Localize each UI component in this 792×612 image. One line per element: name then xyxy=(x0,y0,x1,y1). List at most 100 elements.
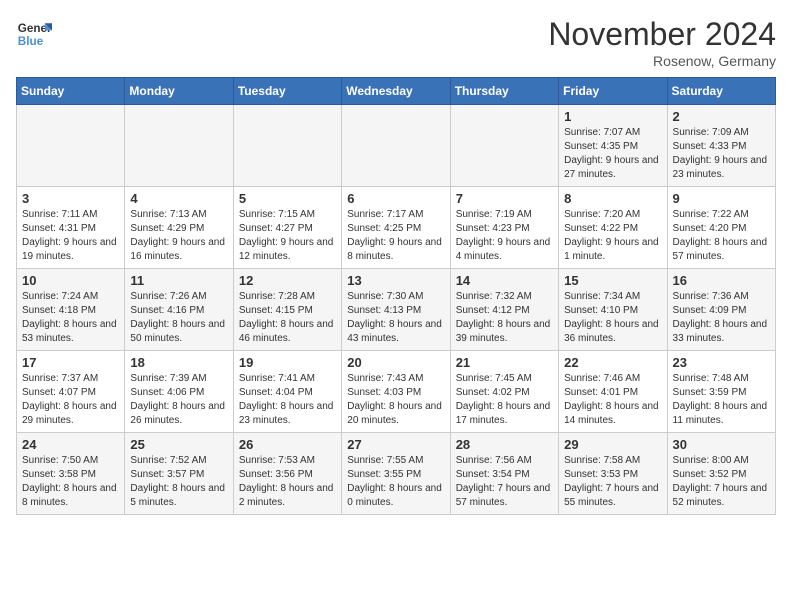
day-info: Sunrise: 7:19 AM Sunset: 4:23 PM Dayligh… xyxy=(456,208,553,264)
calendar-cell: 18 Sunrise: 7:39 AM Sunset: 4:06 PM Dayli… xyxy=(125,351,233,433)
day-number: 5 xyxy=(239,191,336,206)
calendar-cell: 29 Sunrise: 7:58 AM Sunset: 3:53 PM Dayli… xyxy=(559,433,667,515)
day-number: 21 xyxy=(456,355,553,370)
day-number: 6 xyxy=(347,191,444,206)
day-info: Sunrise: 7:37 AM Sunset: 4:07 PM Dayligh… xyxy=(22,372,119,428)
calendar-cell: 23 Sunrise: 7:48 AM Sunset: 3:59 PM Dayli… xyxy=(667,351,775,433)
calendar-cell xyxy=(17,105,125,187)
day-number: 19 xyxy=(239,355,336,370)
day-info: Sunrise: 7:07 AM Sunset: 4:35 PM Dayligh… xyxy=(564,126,661,182)
logo-icon: General Blue xyxy=(16,16,52,52)
day-number: 17 xyxy=(22,355,119,370)
title-block: November 2024 Rosenow, Germany xyxy=(548,16,776,69)
day-number: 7 xyxy=(456,191,553,206)
header-day-thursday: Thursday xyxy=(450,78,558,105)
header-day-tuesday: Tuesday xyxy=(233,78,341,105)
day-info: Sunrise: 7:43 AM Sunset: 4:03 PM Dayligh… xyxy=(347,372,444,428)
week-row-3: 10 Sunrise: 7:24 AM Sunset: 4:18 PM Dayli… xyxy=(17,269,776,351)
calendar-cell: 9Sunrise: 7:22 AM Sunset: 4:20 PM Daylig… xyxy=(667,187,775,269)
header-day-wednesday: Wednesday xyxy=(342,78,450,105)
week-row-5: 24Sunrise: 7:50 AM Sunset: 3:58 PM Dayli… xyxy=(17,433,776,515)
day-info: Sunrise: 7:53 AM Sunset: 3:56 PM Dayligh… xyxy=(239,454,336,510)
day-number: 25 xyxy=(130,437,227,452)
location-subtitle: Rosenow, Germany xyxy=(548,53,776,69)
calendar-table: SundayMondayTuesdayWednesdayThursdayFrid… xyxy=(16,77,776,515)
calendar-cell: 16 Sunrise: 7:36 AM Sunset: 4:09 PM Dayli… xyxy=(667,269,775,351)
day-number: 23 xyxy=(673,355,770,370)
calendar-cell: 10 Sunrise: 7:24 AM Sunset: 4:18 PM Dayli… xyxy=(17,269,125,351)
calendar-cell: 13 Sunrise: 7:30 AM Sunset: 4:13 PM Dayli… xyxy=(342,269,450,351)
day-number: 16 xyxy=(673,273,770,288)
day-info: Sunrise: 7:24 AM Sunset: 4:18 PM Dayligh… xyxy=(22,290,119,346)
day-number: 18 xyxy=(130,355,227,370)
calendar-cell xyxy=(342,105,450,187)
day-info: Sunrise: 7:17 AM Sunset: 4:25 PM Dayligh… xyxy=(347,208,444,264)
day-info: Sunrise: 7:09 AM Sunset: 4:33 PM Dayligh… xyxy=(673,126,770,182)
day-number: 28 xyxy=(456,437,553,452)
day-info: Sunrise: 7:13 AM Sunset: 4:29 PM Dayligh… xyxy=(130,208,227,264)
month-title: November 2024 xyxy=(548,16,776,53)
day-number: 10 xyxy=(22,273,119,288)
calendar-cell xyxy=(125,105,233,187)
day-number: 22 xyxy=(564,355,661,370)
calendar-cell: 22 Sunrise: 7:46 AM Sunset: 4:01 PM Dayli… xyxy=(559,351,667,433)
day-info: Sunrise: 7:46 AM Sunset: 4:01 PM Dayligh… xyxy=(564,372,661,428)
week-row-1: 1 Sunrise: 7:07 AM Sunset: 4:35 PM Daylig… xyxy=(17,105,776,187)
day-info: Sunrise: 7:15 AM Sunset: 4:27 PM Dayligh… xyxy=(239,208,336,264)
calendar-cell: 27Sunrise: 7:55 AM Sunset: 3:55 PM Dayli… xyxy=(342,433,450,515)
day-number: 26 xyxy=(239,437,336,452)
day-number: 8 xyxy=(564,191,661,206)
calendar-cell: 3 Sunrise: 7:11 AM Sunset: 4:31 PM Daylig… xyxy=(17,187,125,269)
calendar-cell: 15 Sunrise: 7:34 AM Sunset: 4:10 PM Dayli… xyxy=(559,269,667,351)
calendar-header: SundayMondayTuesdayWednesdayThursdayFrid… xyxy=(17,78,776,105)
calendar-cell: 19 Sunrise: 7:41 AM Sunset: 4:04 PM Dayli… xyxy=(233,351,341,433)
day-info: Sunrise: 8:00 AM Sunset: 3:52 PM Dayligh… xyxy=(673,454,770,510)
header-day-sunday: Sunday xyxy=(17,78,125,105)
calendar-cell xyxy=(233,105,341,187)
day-number: 11 xyxy=(130,273,227,288)
day-number: 15 xyxy=(564,273,661,288)
day-info: Sunrise: 7:45 AM Sunset: 4:02 PM Dayligh… xyxy=(456,372,553,428)
day-number: 24 xyxy=(22,437,119,452)
day-info: Sunrise: 7:34 AM Sunset: 4:10 PM Dayligh… xyxy=(564,290,661,346)
week-row-4: 17 Sunrise: 7:37 AM Sunset: 4:07 PM Dayli… xyxy=(17,351,776,433)
svg-text:Blue: Blue xyxy=(18,35,44,48)
calendar-cell: 21 Sunrise: 7:45 AM Sunset: 4:02 PM Dayli… xyxy=(450,351,558,433)
calendar-body: 1 Sunrise: 7:07 AM Sunset: 4:35 PM Daylig… xyxy=(17,105,776,515)
day-number: 13 xyxy=(347,273,444,288)
day-number: 12 xyxy=(239,273,336,288)
day-number: 29 xyxy=(564,437,661,452)
day-info: Sunrise: 7:52 AM Sunset: 3:57 PM Dayligh… xyxy=(130,454,227,510)
day-info: Sunrise: 7:20 AM Sunset: 4:22 PM Dayligh… xyxy=(564,208,661,264)
calendar-cell: 8 Sunrise: 7:20 AM Sunset: 4:22 PM Daylig… xyxy=(559,187,667,269)
header-row: SundayMondayTuesdayWednesdayThursdayFrid… xyxy=(17,78,776,105)
calendar-cell: 2Sunrise: 7:09 AM Sunset: 4:33 PM Daylig… xyxy=(667,105,775,187)
calendar-cell: 25 Sunrise: 7:52 AM Sunset: 3:57 PM Dayli… xyxy=(125,433,233,515)
day-number: 3 xyxy=(22,191,119,206)
calendar-cell xyxy=(450,105,558,187)
day-number: 27 xyxy=(347,437,444,452)
day-info: Sunrise: 7:30 AM Sunset: 4:13 PM Dayligh… xyxy=(347,290,444,346)
day-info: Sunrise: 7:58 AM Sunset: 3:53 PM Dayligh… xyxy=(564,454,661,510)
day-info: Sunrise: 7:26 AM Sunset: 4:16 PM Dayligh… xyxy=(130,290,227,346)
calendar-cell: 20 Sunrise: 7:43 AM Sunset: 4:03 PM Dayli… xyxy=(342,351,450,433)
calendar-cell: 6 Sunrise: 7:17 AM Sunset: 4:25 PM Daylig… xyxy=(342,187,450,269)
week-row-2: 3 Sunrise: 7:11 AM Sunset: 4:31 PM Daylig… xyxy=(17,187,776,269)
day-number: 9 xyxy=(673,191,770,206)
day-info: Sunrise: 7:41 AM Sunset: 4:04 PM Dayligh… xyxy=(239,372,336,428)
day-number: 4 xyxy=(130,191,227,206)
day-info: Sunrise: 7:36 AM Sunset: 4:09 PM Dayligh… xyxy=(673,290,770,346)
day-number: 20 xyxy=(347,355,444,370)
page-header: General Blue November 2024 Rosenow, Germ… xyxy=(16,16,776,69)
calendar-cell: 17 Sunrise: 7:37 AM Sunset: 4:07 PM Dayli… xyxy=(17,351,125,433)
calendar-cell: 12Sunrise: 7:28 AM Sunset: 4:15 PM Dayli… xyxy=(233,269,341,351)
day-info: Sunrise: 7:11 AM Sunset: 4:31 PM Dayligh… xyxy=(22,208,119,264)
day-info: Sunrise: 7:48 AM Sunset: 3:59 PM Dayligh… xyxy=(673,372,770,428)
day-number: 1 xyxy=(564,109,661,124)
header-day-saturday: Saturday xyxy=(667,78,775,105)
day-info: Sunrise: 7:39 AM Sunset: 4:06 PM Dayligh… xyxy=(130,372,227,428)
calendar-cell: 11 Sunrise: 7:26 AM Sunset: 4:16 PM Dayli… xyxy=(125,269,233,351)
logo: General Blue xyxy=(16,16,52,52)
calendar-cell: 14Sunrise: 7:32 AM Sunset: 4:12 PM Dayli… xyxy=(450,269,558,351)
calendar-cell: 28Sunrise: 7:56 AM Sunset: 3:54 PM Dayli… xyxy=(450,433,558,515)
